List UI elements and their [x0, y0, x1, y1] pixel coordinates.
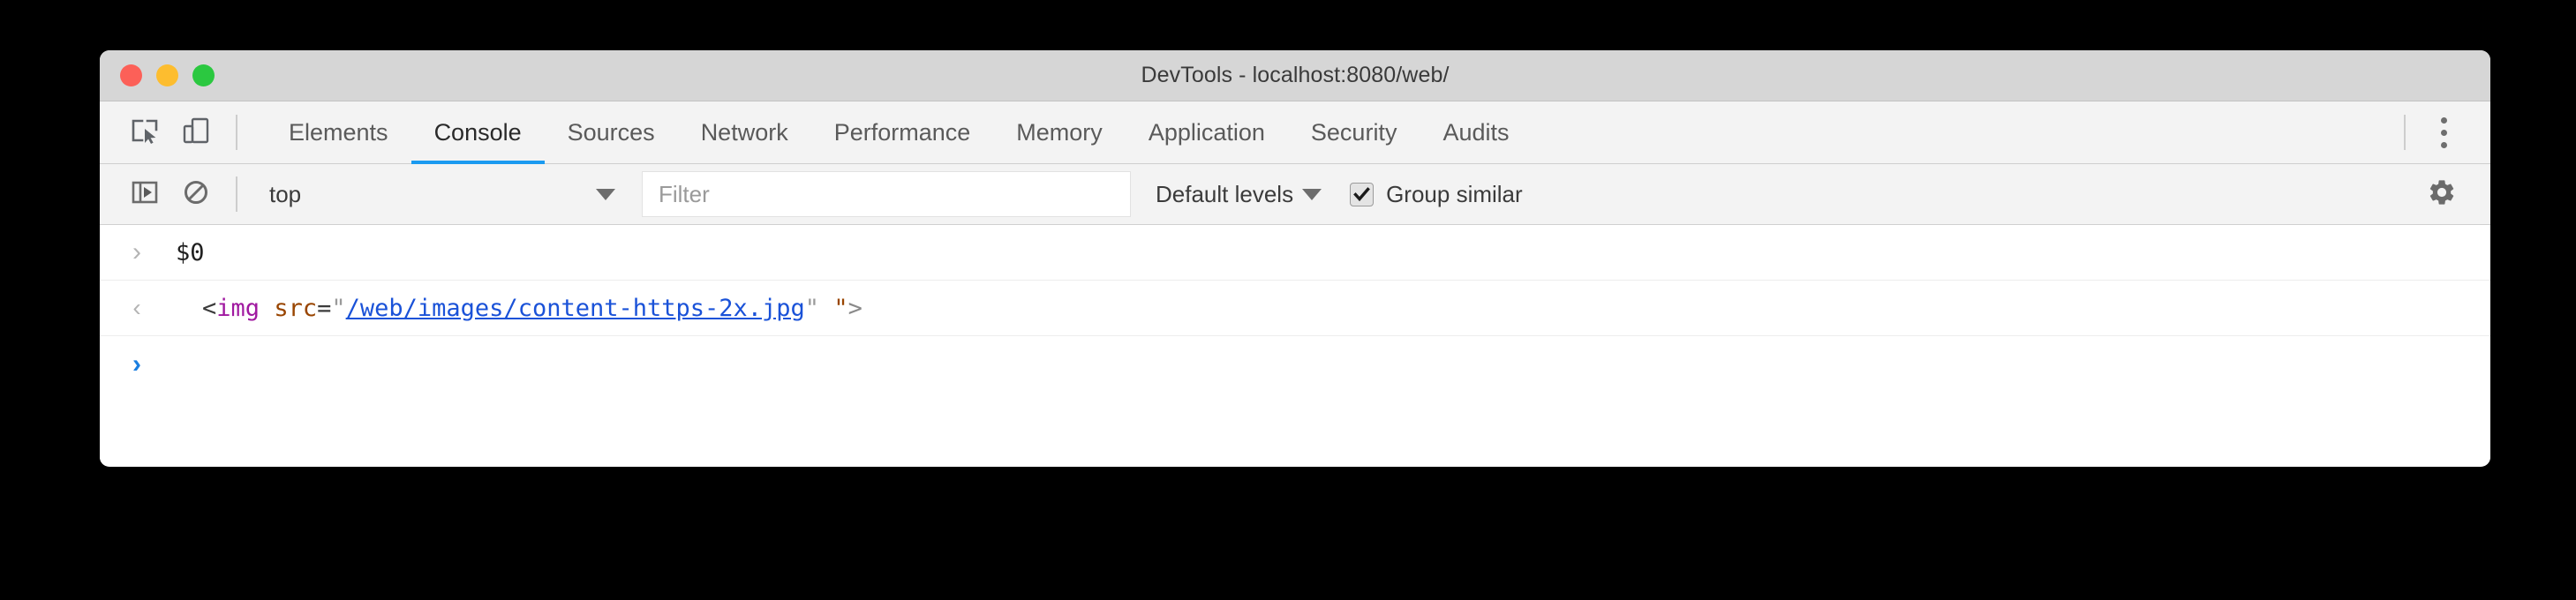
group-similar-toggle[interactable]: Group similar [1350, 181, 1523, 208]
console-toolbar: top Filter Default levels Group similar [100, 164, 2490, 225]
tab-performance[interactable]: Performance [811, 101, 994, 164]
inspect-element-button[interactable] [119, 107, 170, 158]
tab-application[interactable]: Application [1126, 101, 1288, 164]
clear-console-icon [182, 178, 210, 211]
tab-label: Memory [1016, 118, 1103, 146]
console-line-gutter: › [114, 349, 160, 379]
console-result-text: <img src="/web/images/content-https-2x.j… [202, 295, 862, 322]
group-similar-label: Group similar [1386, 180, 1523, 207]
console-toolbar-divider [236, 176, 237, 212]
device-toolbar-button[interactable] [170, 107, 222, 158]
console-sidebar-toggle-button[interactable] [119, 169, 170, 220]
prompt-chevron-icon: › [132, 237, 141, 266]
tab-label: Application [1148, 118, 1265, 146]
token-attr-name: src [274, 294, 318, 322]
tab-sources[interactable]: Sources [545, 101, 678, 164]
tab-label: Performance [833, 118, 971, 146]
tabbar-divider [236, 115, 237, 150]
more-options-kebab-icon [2440, 129, 2447, 136]
tab-security[interactable]: Security [1288, 101, 1420, 164]
tabbar-right-group [2390, 109, 2490, 156]
gear-icon [2427, 177, 2457, 212]
console-line-gutter: › [114, 239, 160, 266]
chevron-down-icon [596, 188, 615, 200]
resource-link[interactable]: /web/images/content-https-2x.jpg [346, 295, 805, 322]
tab-network[interactable]: Network [678, 101, 811, 164]
more-options-kebab-icon [2440, 141, 2447, 148]
execution-context-label: top [269, 180, 302, 207]
more-options-button[interactable] [2420, 109, 2467, 156]
token-punct: < [202, 294, 217, 322]
tab-label: Sources [567, 118, 655, 146]
token-stray-quote: " [833, 294, 848, 322]
console-filter-placeholder: Filter [659, 180, 710, 207]
console-result-line[interactable]: ‹ <img src="/web/images/content-https-2x… [100, 281, 2490, 336]
tab-label: Audits [1442, 118, 1510, 146]
log-levels-selector[interactable]: Default levels [1156, 181, 1322, 208]
console-line-gutter: ‹ [114, 296, 160, 320]
tab-label: Network [700, 118, 788, 146]
tabbar-right-divider [2404, 115, 2406, 150]
token-tag-name: img [216, 294, 260, 322]
more-options-kebab-icon [2440, 116, 2447, 124]
tab-console[interactable]: Console [411, 101, 545, 164]
group-similar-checkbox[interactable] [1350, 182, 1375, 206]
console-output-area[interactable]: › $0 ‹ <img src="/web/images/content-htt… [100, 225, 2490, 466]
execution-context-selector[interactable]: top [257, 171, 628, 217]
token-tag-close: > [847, 294, 862, 322]
window-titlebar: DevTools - localhost:8080/web/ [100, 50, 2490, 101]
token-equals: = [317, 294, 332, 322]
clear-console-button[interactable] [170, 169, 222, 220]
traffic-lights [120, 50, 215, 101]
active-prompt-chevron-icon: › [132, 349, 141, 379]
token-close-quote: " [804, 294, 820, 322]
tab-label: Console [433, 118, 522, 146]
token-open-quote: " [331, 294, 346, 322]
window-title: DevTools - localhost:8080/web/ [1141, 63, 1450, 87]
zoom-button[interactable] [192, 64, 215, 86]
inspect-element-icon [130, 116, 160, 150]
console-toolbar-right-group [2416, 169, 2490, 220]
console-input-text: $0 [176, 238, 205, 266]
devtools-window: DevTools - localhost:8080/web/ Elements [100, 50, 2490, 467]
minimize-button[interactable] [156, 64, 178, 86]
devtools-tabbar: Elements Console Sources Network Perform… [100, 101, 2490, 164]
console-filter-input[interactable]: Filter [642, 171, 1131, 217]
close-button[interactable] [120, 64, 142, 86]
panel-tabs: Elements Console Sources Network Perform… [266, 101, 1533, 164]
chevron-down-icon [1302, 188, 1322, 200]
result-arrow-icon: ‹ [132, 294, 141, 321]
log-levels-label: Default levels [1156, 180, 1294, 207]
console-active-prompt-line[interactable]: › [100, 336, 2490, 392]
console-settings-button[interactable] [2416, 169, 2467, 220]
tab-audits[interactable]: Audits [1420, 101, 1532, 164]
checkmark-icon [1353, 186, 1370, 201]
console-input-line[interactable]: › $0 [100, 225, 2490, 281]
tab-memory[interactable]: Memory [993, 101, 1126, 164]
tab-label: Elements [289, 118, 388, 146]
tab-label: Security [1310, 118, 1397, 146]
tab-elements[interactable]: Elements [266, 101, 411, 164]
device-toolbar-icon [181, 116, 211, 150]
console-sidebar-toggle-icon [131, 178, 159, 211]
